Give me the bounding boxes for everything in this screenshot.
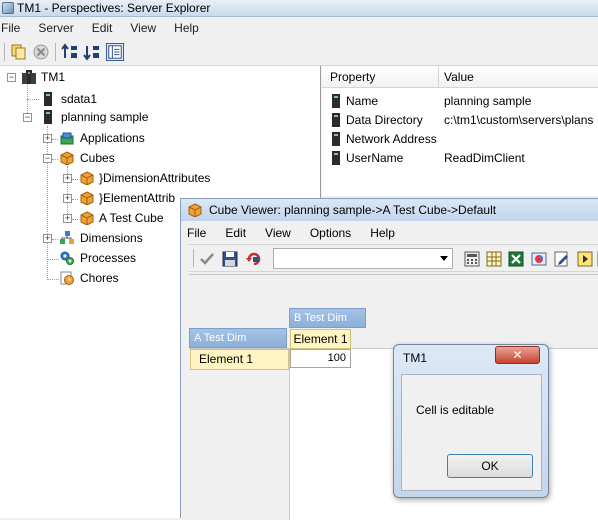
dialog-body: Cell is editable OK xyxy=(401,374,542,491)
menu-help[interactable]: Help xyxy=(174,21,199,35)
property-row[interactable]: Network Address xyxy=(322,130,598,149)
cube-icon xyxy=(80,211,94,225)
cv-menu-options[interactable]: Options xyxy=(310,226,351,240)
window-titlebar: TM1 - Perspectives: Server Explorer xyxy=(0,0,598,17)
data-cell[interactable]: 100 xyxy=(290,349,351,368)
row-element-header[interactable]: Element 1 xyxy=(190,349,289,370)
cube-icon xyxy=(80,191,94,205)
server-group-icon xyxy=(22,70,36,84)
collapse-icon[interactable]: − xyxy=(23,113,32,122)
tree-item-cubes[interactable]: − Cubes xyxy=(0,149,300,167)
recalculate-icon[interactable] xyxy=(245,250,263,268)
execute-icon[interactable] xyxy=(576,250,594,268)
cv-menu-view[interactable]: View xyxy=(265,226,291,240)
sort-ascending-icon[interactable] xyxy=(61,43,79,61)
gears-icon xyxy=(60,251,74,265)
server-icon xyxy=(44,110,52,124)
property-row[interactable]: UserName ReadDimClient xyxy=(322,149,598,168)
menu-edit[interactable]: Edit xyxy=(92,21,113,35)
tree-item-cube[interactable]: + }DimensionAttributes xyxy=(0,169,320,187)
chevron-down-icon xyxy=(440,256,448,261)
expand-icon[interactable]: + xyxy=(43,234,52,243)
cv-menu-help[interactable]: Help xyxy=(370,226,395,240)
properties-pane: Property Value Name planning sample Data… xyxy=(322,66,598,196)
properties-pane-icon[interactable] xyxy=(106,43,124,61)
cube-icon xyxy=(80,171,94,185)
property-row[interactable]: Data Directory c:\tm1\custom\servers\pla… xyxy=(322,111,598,130)
expand-icon[interactable]: + xyxy=(43,134,52,143)
server-icon xyxy=(332,113,340,127)
dialog-title: TM1 xyxy=(403,351,427,365)
server-icon xyxy=(332,151,340,165)
cube-viewer-menubar: File Edit View Options Help xyxy=(187,223,414,243)
dimensions-icon xyxy=(60,231,74,244)
main-toolbar xyxy=(0,38,598,66)
collapse-icon[interactable]: − xyxy=(7,73,16,82)
edit-element-icon[interactable] xyxy=(553,250,571,268)
delete-icon[interactable] xyxy=(32,43,50,61)
column-element-header[interactable]: Element 1 xyxy=(290,329,351,349)
cube-viewer-toolbar xyxy=(189,244,598,272)
applications-icon xyxy=(60,132,74,145)
sort-descending-icon[interactable] xyxy=(83,43,101,61)
cubes-icon xyxy=(60,151,74,165)
expand-icon[interactable]: + xyxy=(63,214,72,223)
menu-server[interactable]: Server xyxy=(38,21,73,35)
cube-viewer-title: Cube Viewer: planning sample->A Test Cub… xyxy=(209,203,497,217)
tree-item-planning-sample[interactable]: − planning sample xyxy=(0,108,300,126)
expand-icon[interactable]: + xyxy=(63,174,72,183)
properties-header: Property Value xyxy=(322,66,598,88)
chores-icon xyxy=(60,271,74,285)
cube-viewer-titlebar: Cube Viewer: planning sample->A Test Cub… xyxy=(181,199,598,221)
checkmark-icon[interactable] xyxy=(198,250,216,268)
tree-item-applications[interactable]: + Applications xyxy=(0,129,300,147)
view-selector-dropdown[interactable] xyxy=(273,248,453,269)
dialog-message: Cell is editable xyxy=(416,403,495,417)
calculator-icon[interactable] xyxy=(463,250,481,268)
menu-view[interactable]: View xyxy=(130,21,156,35)
save-icon[interactable] xyxy=(221,250,239,268)
cv-menu-file[interactable]: File xyxy=(187,226,206,240)
tree-item-sdata1[interactable]: sdata1 xyxy=(0,90,300,108)
collapse-icon[interactable]: − xyxy=(43,154,52,163)
column-dimension-header[interactable]: B Test Dim xyxy=(289,308,366,328)
server-icon xyxy=(332,94,340,108)
ok-button[interactable]: OK xyxy=(447,454,533,478)
cv-menu-edit[interactable]: Edit xyxy=(225,226,246,240)
column-header-property[interactable]: Property xyxy=(330,70,375,84)
row-dimension-header[interactable]: A Test Dim xyxy=(189,328,287,348)
window-title: TM1 - Perspectives: Server Explorer xyxy=(17,1,211,15)
message-dialog: TM1 ✕ Cell is editable OK xyxy=(393,344,549,498)
menubar: File Server Edit View Help xyxy=(0,18,598,38)
app-icon xyxy=(2,2,14,14)
expand-icon[interactable]: + xyxy=(63,194,72,203)
menu-file[interactable]: File xyxy=(1,21,20,35)
close-button[interactable]: ✕ xyxy=(495,346,540,364)
column-header-value[interactable]: Value xyxy=(444,70,474,84)
server-icon xyxy=(332,132,340,146)
property-row[interactable]: Name planning sample xyxy=(322,92,598,111)
toolbar-grip xyxy=(4,43,5,61)
excel-slice-icon[interactable] xyxy=(507,250,525,268)
chart-view-icon[interactable] xyxy=(530,250,548,268)
cube-icon xyxy=(188,203,202,217)
tree-item-tm1[interactable]: − TM1 xyxy=(0,68,300,86)
copy-icon[interactable] xyxy=(10,43,28,61)
server-icon xyxy=(44,92,52,106)
spreadsheet-icon[interactable] xyxy=(485,250,503,268)
